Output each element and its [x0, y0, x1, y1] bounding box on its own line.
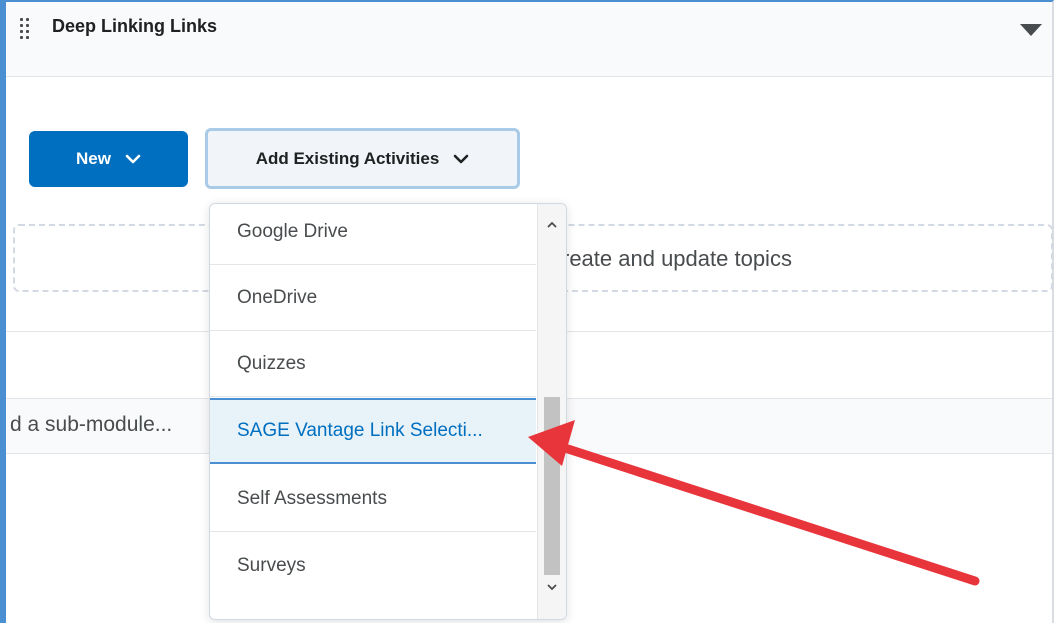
add-existing-dropdown-menu: Google Drive OneDrive Quizzes SAGE Vanta… [209, 203, 567, 620]
sub-module-placeholder: d a sub-module... [10, 413, 173, 436]
menu-item-self-assessments[interactable]: Self Assessments [210, 466, 536, 532]
dropzone-text: reate and update topics [562, 246, 792, 271]
menu-scrollbar[interactable] [537, 204, 566, 619]
menu-item-google-drive[interactable]: Google Drive [210, 204, 536, 265]
scroll-up-icon[interactable] [545, 220, 559, 230]
menu-item-surveys[interactable]: Surveys [210, 533, 536, 599]
scrollbar-thumb[interactable] [544, 397, 560, 575]
chevron-down-icon [125, 154, 141, 164]
chevron-down-icon [453, 154, 469, 163]
new-button-label: New [76, 149, 111, 168]
menu-item-label: SAGE Vantage Link Selecti... [237, 420, 483, 441]
menu-item-label: OneDrive [237, 286, 318, 308]
menu-item-onedrive[interactable]: OneDrive [210, 265, 536, 331]
new-button[interactable]: New [29, 131, 188, 187]
menu-item-label: Quizzes [237, 352, 306, 374]
menu-item-label: Google Drive [237, 220, 348, 242]
add-existing-activities-button[interactable]: Add Existing Activities [205, 128, 520, 189]
module-header: Deep Linking Links [6, 2, 1052, 77]
menu-item-quizzes[interactable]: Quizzes [210, 331, 536, 397]
add-existing-label: Add Existing Activities [255, 148, 440, 168]
collapse-triangle-icon[interactable] [1020, 24, 1042, 36]
module-title: Deep Linking Links [52, 16, 218, 36]
menu-item-sage-vantage[interactable]: SAGE Vantage Link Selecti... [210, 398, 536, 464]
menu-item-label: Surveys [237, 555, 306, 576]
scroll-down-icon[interactable] [545, 582, 559, 592]
menu-item-label: Self Assessments [237, 487, 387, 509]
drag-handle-icon[interactable] [20, 18, 30, 39]
